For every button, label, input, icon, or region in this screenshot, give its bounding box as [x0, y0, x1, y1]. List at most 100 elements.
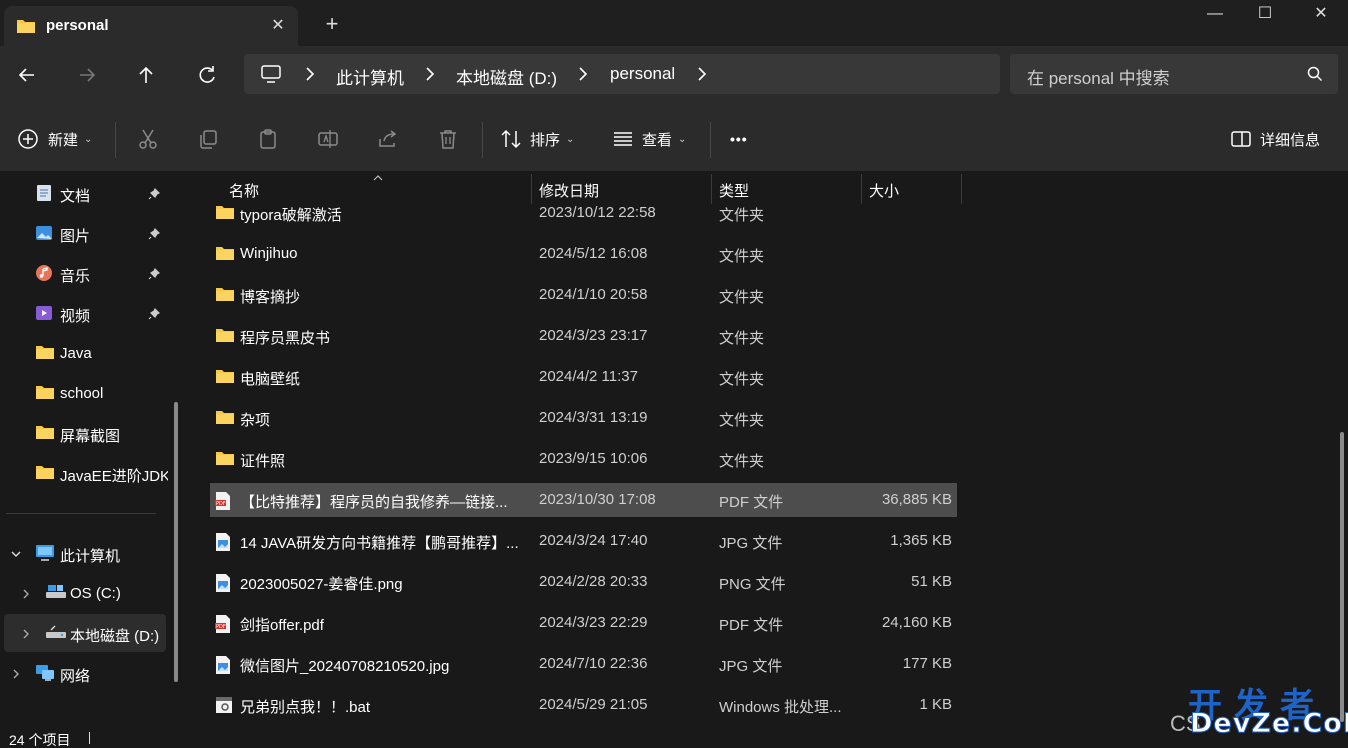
delete-button[interactable]	[436, 124, 460, 154]
address-bar[interactable]: 此计算机 本地磁盘 (D:) personal	[244, 54, 1000, 94]
file-type: JPG 文件	[719, 535, 783, 552]
file-modified: 2024/3/23 22:29	[539, 614, 648, 631]
drive-d-icon	[45, 624, 67, 644]
divider	[115, 122, 116, 158]
new-label: 新建	[48, 131, 79, 149]
sidebar-item-network[interactable]: 网络	[0, 654, 168, 692]
file-row[interactable]: 程序员黑皮书 2024/3/23 23:17 文件夹	[210, 319, 957, 353]
up-button[interactable]	[131, 60, 161, 90]
refresh-button[interactable]	[192, 60, 222, 90]
close-window-button[interactable]: ✕	[1296, 0, 1346, 28]
back-button[interactable]	[12, 60, 42, 90]
file-row[interactable]: PDF 【比特推荐】程序员的自我修养—链接... 2023/10/30 17:08 P…	[210, 483, 957, 517]
divider	[482, 122, 483, 158]
new-tab-button[interactable]: +	[318, 12, 346, 38]
paste-button[interactable]	[256, 124, 280, 154]
pin-icon[interactable]	[148, 267, 161, 284]
file-modified: 2024/7/10 22:36	[539, 655, 648, 672]
sidebar-item-screenshots[interactable]: 屏幕截图	[0, 414, 168, 452]
folder-icon	[35, 464, 55, 484]
forward-button[interactable]	[72, 60, 102, 90]
close-tab-icon[interactable]: ✕	[266, 15, 290, 37]
file-modified: 2024/3/23 23:17	[539, 327, 648, 344]
file-modified: 2024/3/24 17:40	[539, 532, 648, 549]
column-divider[interactable]	[961, 174, 962, 204]
file-name: 剑指offer.pdf	[240, 617, 324, 634]
search-box[interactable]: 在 personal 中搜索	[1010, 54, 1338, 94]
maximize-button[interactable]: ☐	[1240, 0, 1290, 28]
file-type: PDF 文件	[719, 617, 784, 634]
share-button[interactable]	[376, 124, 400, 154]
file-row[interactable]: 14 JAVA研发方向书籍推荐【鹏哥推荐】... 2024/3/24 17:40 J…	[210, 524, 957, 558]
search-icon[interactable]	[1306, 65, 1324, 87]
pin-icon[interactable]	[148, 187, 161, 204]
file-type: 文件夹	[719, 330, 765, 347]
sidebar-item-drive-d[interactable]: 本地磁盘 (D:)	[4, 614, 166, 652]
sort-button[interactable]: 排序 ⌄	[500, 124, 574, 154]
file-size: 36,885 KB	[881, 491, 952, 508]
cut-button[interactable]	[136, 124, 160, 154]
breadcrumb-this-pc[interactable]: 此计算机	[336, 64, 404, 89]
sidebar-item-javaee[interactable]: JavaEE进阶JDK1	[0, 454, 168, 492]
file-row[interactable]: 微信图片_20240708210520.jpg 2024/7/10 22:36 JP…	[210, 647, 957, 681]
file-name: 兄弟别点我！！.bat	[240, 699, 371, 716]
file-row[interactable]: 兄弟别点我！！.bat 2024/5/29 21:05 Windows 批处理...…	[210, 688, 957, 722]
chevron-down-icon[interactable]	[10, 547, 22, 564]
cut-icon	[139, 129, 157, 149]
image-file-icon	[215, 532, 231, 556]
sidebar-item-this-pc[interactable]: 此计算机	[0, 534, 168, 572]
details-pane-button[interactable]: 详细信息	[1230, 124, 1320, 154]
pin-icon[interactable]	[148, 307, 161, 324]
file-row[interactable]: 2023005027-姜睿佳.png 2024/2/28 20:33 PNG 文件 5…	[210, 565, 957, 599]
sidebar-item-label: 网络	[60, 668, 91, 685]
sidebar-item-school[interactable]: school	[0, 374, 168, 412]
sidebar-item-documents[interactable]: 文档	[0, 174, 168, 212]
sidebar-item-java[interactable]: Java	[0, 334, 168, 372]
file-row[interactable]: Winjihuo 2024/5/12 16:08 文件夹	[210, 237, 957, 271]
pin-icon[interactable]	[148, 227, 161, 244]
file-row[interactable]: PDF 剑指offer.pdf 2024/3/23 22:29 PDF 文件 24,16…	[210, 606, 957, 640]
file-size: 1,365 KB	[890, 532, 952, 549]
file-row[interactable]: 杂项 2024/3/31 13:19 文件夹	[210, 401, 957, 435]
rename-button[interactable]	[316, 124, 340, 154]
file-name: Winjihuo	[240, 245, 298, 262]
file-type: JPG 文件	[719, 658, 783, 675]
sidebar-scrollbar[interactable]	[174, 402, 178, 682]
chevron-right-icon[interactable]	[696, 65, 708, 83]
svg-text:PDF: PDF	[216, 501, 226, 507]
more-options-button[interactable]: •••	[730, 124, 748, 154]
folder-icon	[215, 204, 235, 224]
folder-icon	[16, 18, 36, 38]
tab-personal[interactable]: personal ✕	[4, 6, 298, 46]
view-button[interactable]: 查看 ⌄	[612, 124, 686, 154]
file-type: 文件夹	[719, 207, 765, 224]
chevron-right-icon[interactable]	[20, 587, 32, 604]
sort-label: 排序	[530, 131, 561, 149]
sidebar-item-videos[interactable]: 视频	[0, 294, 168, 332]
sidebar-item-label: OS (C:)	[70, 585, 121, 602]
copy-button[interactable]	[196, 124, 220, 154]
folder-icon	[215, 327, 235, 347]
svg-text:PDF: PDF	[216, 624, 226, 630]
file-list-scrollbar[interactable]	[1340, 432, 1344, 722]
folder-icon	[35, 344, 55, 364]
file-row[interactable]: 博客摘抄 2024/1/10 20:58 文件夹	[210, 278, 957, 312]
chevron-right-icon[interactable]	[10, 667, 22, 684]
item-count: 24 个项目	[9, 732, 71, 748]
breadcrumb-personal[interactable]: personal	[610, 64, 675, 84]
sidebar-item-label: 本地磁盘 (D:)	[70, 628, 160, 645]
minimize-button[interactable]: —	[1190, 0, 1240, 28]
sidebar-item-drive-c[interactable]: OS (C:)	[0, 574, 168, 612]
file-modified: 2024/1/10 20:58	[539, 286, 648, 303]
new-button[interactable]: 新建 ⌄	[16, 124, 92, 154]
file-row[interactable]: typora破解激活 2023/10/12 22:58 文件夹	[210, 196, 957, 230]
sidebar-item-pictures[interactable]: 图片	[0, 214, 168, 252]
batch-file-icon	[215, 696, 233, 718]
chevron-right-icon[interactable]	[20, 627, 32, 644]
sidebar-item-music[interactable]: 音乐	[0, 254, 168, 292]
file-row[interactable]: 电脑壁纸 2024/4/2 11:37 文件夹	[210, 360, 957, 394]
file-row[interactable]: 证件照 2023/9/15 10:06 文件夹	[210, 442, 957, 476]
title-bar: personal ✕ + — ☐ ✕	[0, 0, 1348, 46]
breadcrumb-drive-d[interactable]: 本地磁盘 (D:)	[456, 64, 557, 89]
chevron-down-icon: ⌄	[678, 133, 687, 145]
